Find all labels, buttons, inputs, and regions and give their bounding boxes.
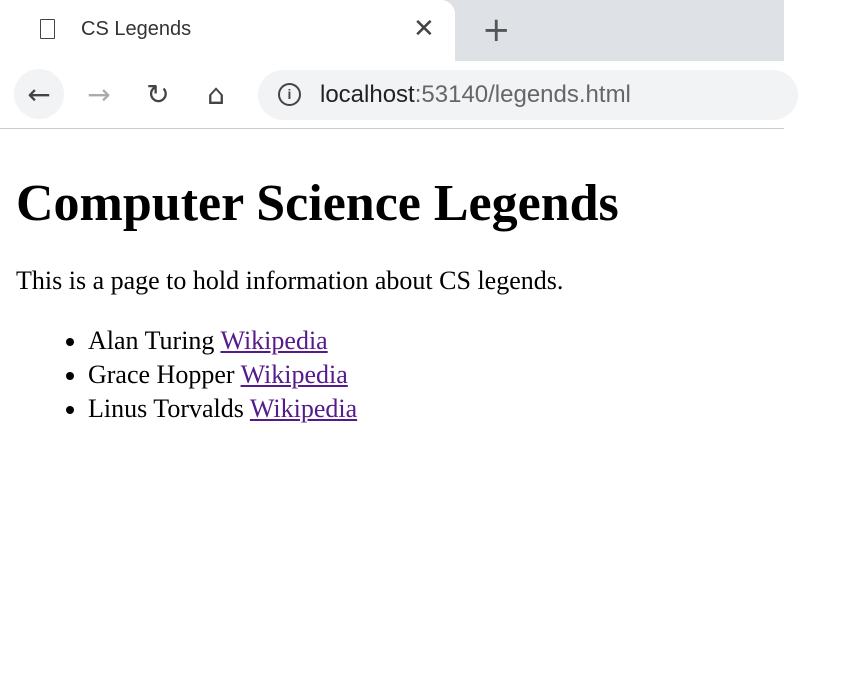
page-title: Computer Science Legends: [16, 175, 619, 232]
wikipedia-link[interactable]: Wikipedia: [220, 326, 327, 355]
plus-icon[interactable]: +: [482, 10, 511, 50]
home-icon[interactable]: ⌂: [191, 69, 241, 119]
reload-icon[interactable]: ↻: [133, 69, 183, 119]
page-content: Computer Science Legends This is a page …: [16, 140, 619, 426]
legends-list: Alan Turing Wikipedia Grace Hopper Wikip…: [16, 324, 619, 426]
url-host: localhost: [320, 81, 415, 108]
tab-title: CS Legends: [81, 18, 192, 40]
wikipedia-link[interactable]: Wikipedia: [250, 394, 357, 423]
address-bar[interactable]: i localhost:53140/legends.html: [258, 70, 798, 120]
legend-name: Grace Hopper: [88, 360, 235, 389]
list-item: Linus Torvalds Wikipedia: [88, 392, 619, 426]
legend-name: Alan Turing: [88, 326, 215, 355]
close-icon[interactable]: ✕: [413, 14, 435, 44]
url-text[interactable]: localhost:53140/legends.html: [320, 81, 631, 109]
list-item: Grace Hopper Wikipedia: [88, 358, 619, 392]
arrow-left-icon[interactable]: ←: [14, 69, 64, 119]
list-item: Alan Turing Wikipedia: [88, 324, 619, 358]
info-icon[interactable]: i: [278, 83, 301, 106]
wikipedia-link[interactable]: Wikipedia: [241, 360, 348, 389]
document-icon: [40, 19, 55, 39]
arrow-right-icon[interactable]: →: [74, 69, 124, 119]
intro-text: This is a page to hold information about…: [16, 266, 564, 295]
browser-chrome: CS Legends ✕ + ← → ↻ ⌂ i localhost:53140…: [0, 0, 798, 129]
toolbar: ← → ↻ ⌂ i localhost:53140/legends.html: [0, 61, 798, 129]
legend-name: Linus Torvalds: [88, 394, 244, 423]
tab-strip: CS Legends ✕ +: [0, 0, 784, 61]
active-tab[interactable]: CS Legends ✕: [0, 0, 455, 61]
url-path: :53140/legends.html: [414, 81, 631, 108]
